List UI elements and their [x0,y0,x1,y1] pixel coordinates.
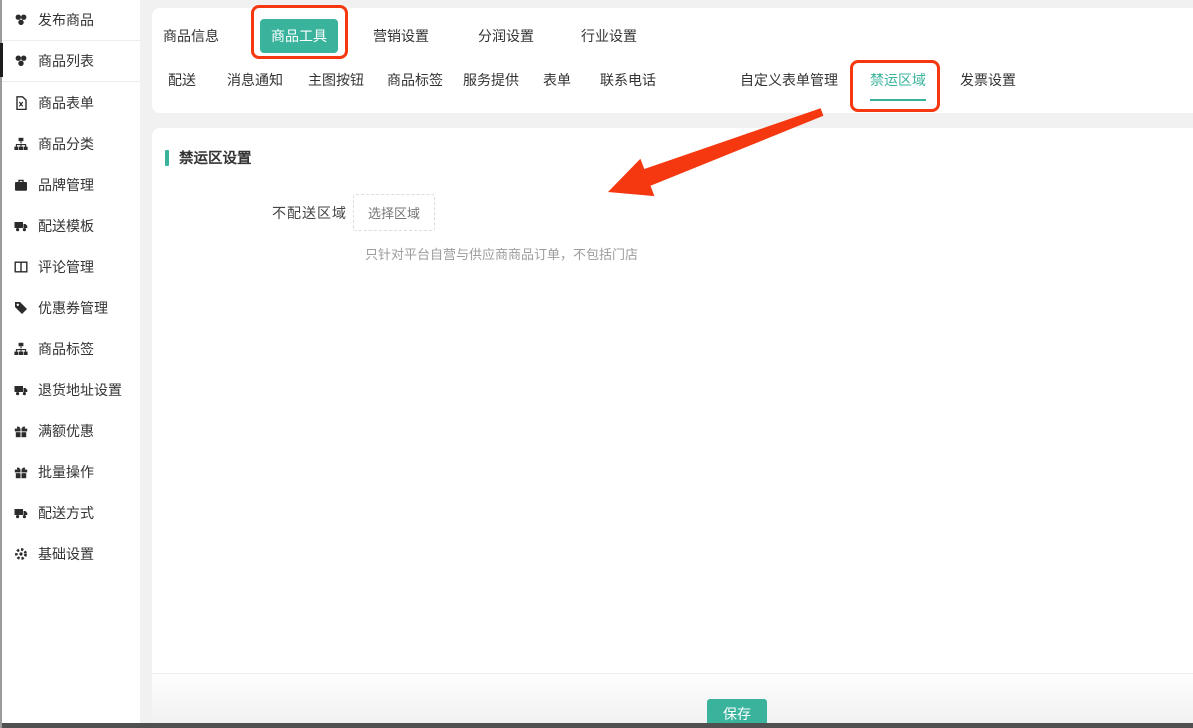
gift-icon [14,424,28,438]
sidebar: 发布商品 商品列表 商品表单 商品分类 品牌管理 配送模板 评论管理 优惠券管理… [0,0,140,728]
tab-embargo-area[interactable]: 禁运区域 [870,70,926,101]
cubes-icon [14,13,28,27]
sidebar-item-coupon-management[interactable]: 优惠券管理 [0,287,140,328]
no-delivery-area-label: 不配送区域 [272,203,347,223]
window-bottom-edge [0,723,1193,728]
tab-product-tags[interactable]: 商品标签 [387,70,443,99]
columns-icon [14,260,28,274]
sidebar-item-product-list[interactable]: 商品列表 [0,41,140,82]
truck-icon [14,506,28,520]
sidebar-item-label: 品牌管理 [38,175,94,195]
sidebar-item-label: 发布商品 [38,10,94,30]
sidebar-item-label: 批量操作 [38,462,94,482]
sidebar-item-basic-settings[interactable]: 基础设置 [0,533,140,574]
sidebar-item-brand-management[interactable]: 品牌管理 [0,164,140,205]
sidebar-item-batch-operations[interactable]: 批量操作 [0,451,140,492]
section-title-text: 禁运区设置 [179,147,252,168]
tabs-panel: 商品信息 商品工具 营销设置 分润设置 行业设置 配送 消息通知 主图按钮 商品… [152,8,1193,113]
sidebar-item-delivery-template[interactable]: 配送模板 [0,205,140,246]
tab-delivery[interactable]: 配送 [168,70,196,99]
title-accent-bar [165,150,169,166]
sidebar-item-return-address-settings[interactable]: 退货地址设置 [0,369,140,410]
sidebar-item-label: 满额优惠 [38,421,94,441]
select-region-button[interactable]: 选择区域 [353,194,435,231]
tab-invoice-settings[interactable]: 发票设置 [960,70,1016,99]
sitemap-icon [14,342,28,356]
no-delivery-area-row: 不配送区域 选择区域 [272,194,1193,231]
sidebar-item-label: 退货地址设置 [38,380,122,400]
gift-icon [14,465,28,479]
sidebar-item-label: 配送方式 [38,503,94,523]
truck-icon [14,219,28,233]
sidebar-item-comment-management[interactable]: 评论管理 [0,246,140,287]
tab-main-image-button[interactable]: 主图按钮 [308,70,364,99]
sidebar-item-product-category[interactable]: 商品分类 [0,123,140,164]
primary-tab-row: 商品信息 商品工具 营销设置 分润设置 行业设置 [152,8,1193,64]
tab-profit-settings[interactable]: 分润设置 [478,26,534,46]
sidebar-item-label: 商品标签 [38,339,94,359]
footer-bar: 保存 [152,673,1193,728]
cubes-icon [14,54,28,68]
tab-service-provision[interactable]: 服务提供 [463,70,519,99]
secondary-tab-row: 配送 消息通知 主图按钮 商品标签 服务提供 表单 联系电话 自定义表单管理 禁… [152,70,1193,101]
sidebar-item-product-form[interactable]: 商品表单 [0,82,140,123]
tab-message-notification[interactable]: 消息通知 [227,70,283,99]
briefcase-icon [14,178,28,192]
sidebar-item-delivery-method[interactable]: 配送方式 [0,492,140,533]
sidebar-item-label: 配送模板 [38,216,94,236]
tab-industry-settings[interactable]: 行业设置 [581,26,637,46]
sidebar-item-label: 基础设置 [38,544,94,564]
sidebar-item-product-tags[interactable]: 商品标签 [0,328,140,369]
tab-product-info[interactable]: 商品信息 [163,26,219,46]
sidebar-active-indicator [0,43,3,77]
tab-product-tools[interactable]: 商品工具 [260,19,338,53]
truck-icon [14,383,28,397]
window-left-edge [0,0,2,728]
tab-form[interactable]: 表单 [543,70,571,99]
sidebar-item-label: 优惠券管理 [38,298,108,318]
sitemap-icon [14,137,28,151]
tab-marketing-settings[interactable]: 营销设置 [373,26,429,46]
tab-contact-phone[interactable]: 联系电话 [600,70,656,99]
tag-icon [14,301,28,315]
sidebar-item-label: 商品表单 [38,93,94,113]
sidebar-item-label: 商品分类 [38,134,94,154]
file-excel-icon [14,96,28,110]
sidebar-item-full-discount[interactable]: 满额优惠 [0,410,140,451]
section-title: 禁运区设置 [152,147,1193,168]
content-panel: 禁运区设置 不配送区域 选择区域 只针对平台自营与供应商商品订单，不包括门店 保… [152,128,1193,728]
help-text: 只针对平台自营与供应商商品订单，不包括门店 [365,244,1193,263]
gear-icon [14,547,28,561]
sidebar-item-label: 评论管理 [38,257,94,277]
sidebar-item-label: 商品列表 [38,51,94,71]
sidebar-item-publish-product[interactable]: 发布商品 [0,0,140,41]
tab-custom-form-management[interactable]: 自定义表单管理 [740,70,838,99]
